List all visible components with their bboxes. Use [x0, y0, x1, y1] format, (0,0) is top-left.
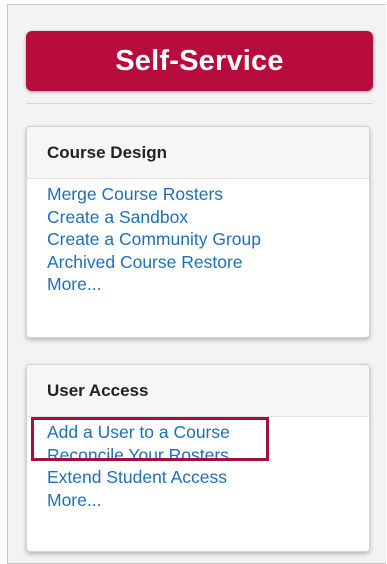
extend-student-access-link[interactable]: Extend Student Access: [47, 467, 227, 487]
user-access-panel: User Access Add a User to a Course Recon…: [26, 364, 370, 552]
course-design-more-link[interactable]: More...: [47, 274, 101, 294]
divider: [26, 103, 373, 104]
list-item: Add a User to a Course: [27, 421, 369, 443]
self-service-banner: Self-Service: [26, 31, 373, 91]
archived-course-restore-link[interactable]: Archived Course Restore: [47, 252, 243, 272]
panel-heading: Course Design: [27, 127, 369, 179]
list-item: Extend Student Access: [27, 466, 369, 488]
user-access-links: Add a User to a Course Reconcile Your Ro…: [27, 417, 369, 511]
course-design-panel: Course Design Merge Course Rosters Creat…: [26, 126, 370, 338]
add-user-to-course-link[interactable]: Add a User to a Course: [47, 422, 230, 442]
list-item: More...: [27, 273, 369, 295]
panel-heading: User Access: [27, 365, 369, 417]
list-item: More...: [27, 489, 369, 511]
create-sandbox-link[interactable]: Create a Sandbox: [47, 207, 188, 227]
reconcile-rosters-link[interactable]: Reconcile Your Rosters: [47, 445, 229, 465]
merge-course-rosters-link[interactable]: Merge Course Rosters: [47, 184, 223, 204]
list-item: Merge Course Rosters: [27, 183, 369, 205]
list-item: Archived Course Restore: [27, 251, 369, 273]
list-item: Reconcile Your Rosters: [27, 444, 369, 466]
list-item: Create a Sandbox: [27, 206, 369, 228]
create-community-group-link[interactable]: Create a Community Group: [47, 229, 261, 249]
course-design-links: Merge Course Rosters Create a Sandbox Cr…: [27, 179, 369, 295]
list-item: Create a Community Group: [27, 228, 369, 250]
user-access-more-link[interactable]: More...: [47, 490, 101, 510]
banner-title: Self-Service: [115, 44, 284, 77]
